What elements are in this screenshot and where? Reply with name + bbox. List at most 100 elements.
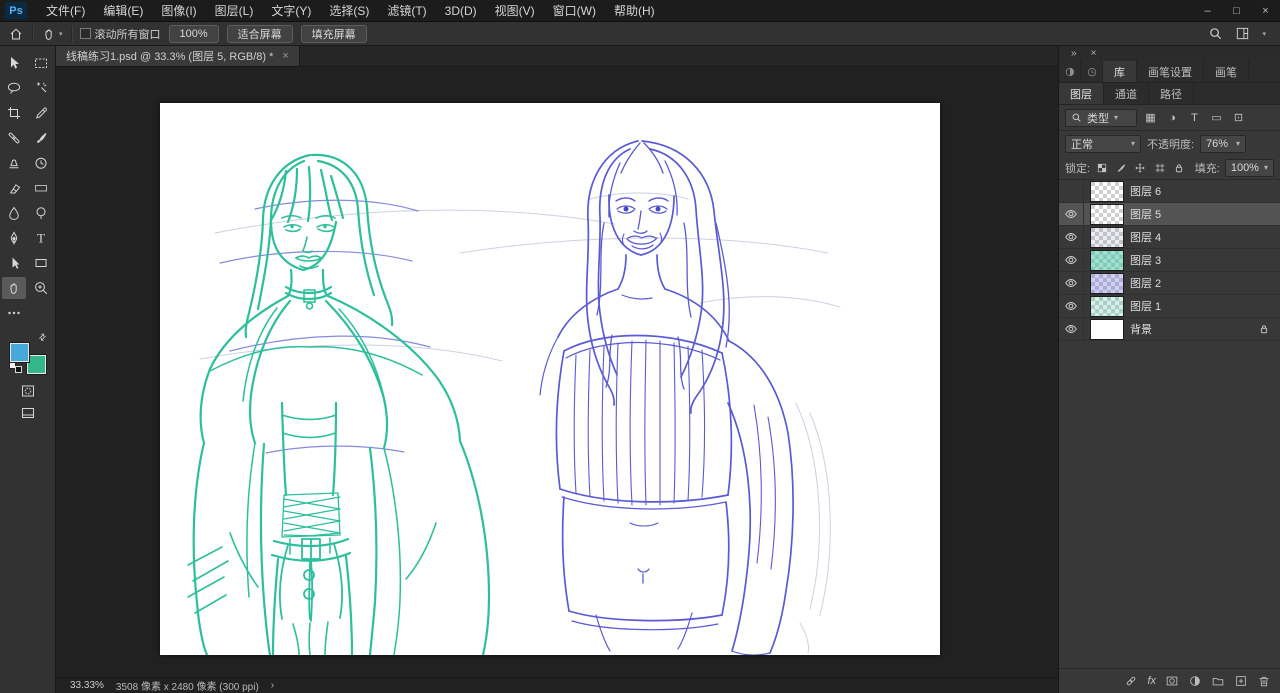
layer-filter-type-dropdown[interactable]: 类型 ▾ (1065, 108, 1137, 127)
move-tool[interactable] (2, 52, 26, 74)
fill-dropdown[interactable]: 100% ▾ (1224, 158, 1274, 177)
visibility-toggle[interactable] (1059, 272, 1084, 294)
menu-filter[interactable]: 滤镜(T) (378, 0, 435, 22)
menu-layer[interactable]: 图层(L) (206, 0, 263, 22)
clone-stamp-tool[interactable] (2, 152, 26, 174)
blur-tool[interactable] (2, 202, 26, 224)
visibility-toggle[interactable] (1059, 180, 1084, 202)
scroll-all-windows-checkbox[interactable]: 滚动所有窗口 (79, 26, 161, 42)
adjustment-layer-icon[interactable] (1188, 674, 1202, 688)
tab-layers[interactable]: 图层 (1059, 83, 1104, 104)
eyedropper-tool[interactable] (29, 102, 53, 124)
lock-pixels-icon[interactable] (1114, 160, 1128, 176)
shape-tool[interactable] (29, 252, 53, 274)
layer-thumbnail[interactable] (1090, 295, 1124, 317)
layer-thumbnail[interactable] (1090, 226, 1124, 248)
new-layer-icon[interactable] (1234, 674, 1248, 688)
tab-paths[interactable]: 路径 (1149, 83, 1194, 104)
canvas-area[interactable] (56, 67, 1058, 677)
foreground-color-swatch[interactable] (9, 343, 29, 362)
crop-tool[interactable] (2, 102, 26, 124)
close-panel-icon[interactable]: × (1091, 48, 1097, 59)
visibility-toggle[interactable] (1059, 226, 1084, 248)
lock-position-icon[interactable] (1133, 160, 1147, 176)
tab-brush-settings[interactable]: 画笔设置 (1137, 61, 1204, 82)
menu-window[interactable]: 窗口(W) (544, 0, 605, 22)
search-icon[interactable] (1208, 26, 1223, 41)
menu-select[interactable]: 选择(S) (320, 0, 378, 22)
collapsed-panel-tab-1[interactable] (1059, 61, 1081, 82)
lock-transparency-icon[interactable] (1095, 160, 1109, 176)
dodge-tool[interactable] (29, 202, 53, 224)
zoom-100-button[interactable]: 100% (168, 24, 219, 43)
collapse-panels-icon[interactable]: » (1071, 48, 1077, 59)
status-chevron-icon[interactable]: › (271, 680, 274, 691)
maximize-button[interactable]: □ (1222, 0, 1251, 22)
layer-row[interactable]: 图层 4 (1059, 226, 1280, 249)
default-colors-icon[interactable] (8, 362, 22, 373)
menu-type[interactable]: 文字(Y) (262, 0, 320, 22)
home-button[interactable] (8, 26, 24, 42)
gradient-tool[interactable] (29, 177, 53, 199)
menu-edit[interactable]: 编辑(E) (94, 0, 152, 22)
filter-smart-object-layers-icon[interactable]: ⊡ (1230, 111, 1247, 124)
add-layer-mask-icon[interactable] (1165, 674, 1179, 688)
filter-adjustment-layers-icon[interactable]: ◑ (1164, 112, 1181, 124)
fill-screen-button[interactable]: 填充屏幕 (300, 24, 367, 43)
healing-brush-tool[interactable] (2, 127, 26, 149)
menu-help[interactable]: 帮助(H) (605, 0, 664, 22)
visibility-toggle[interactable] (1059, 203, 1084, 225)
swap-colors-icon[interactable]: ⇄ (36, 331, 49, 344)
lock-all-icon[interactable] (1172, 160, 1186, 176)
visibility-toggle[interactable] (1059, 318, 1084, 340)
close-button[interactable]: × (1251, 0, 1280, 22)
fit-screen-button[interactable]: 适合屏幕 (226, 24, 293, 43)
new-group-icon[interactable] (1211, 674, 1225, 688)
layer-row[interactable]: 图层 1 (1059, 295, 1280, 318)
document-canvas[interactable] (160, 103, 940, 657)
lasso-tool[interactable] (2, 77, 26, 99)
layer-style-icon[interactable]: fx (1147, 675, 1156, 687)
filter-shape-layers-icon[interactable]: ▭ (1208, 111, 1225, 124)
eraser-tool[interactable] (2, 177, 26, 199)
layer-thumbnail[interactable] (1090, 180, 1124, 202)
background-color-swatch[interactable] (26, 355, 46, 374)
layer-thumbnail[interactable] (1090, 272, 1124, 294)
quick-mask-button[interactable] (16, 380, 40, 402)
menu-3d[interactable]: 3D(D) (436, 0, 486, 22)
path-selection-tool[interactable] (2, 252, 26, 274)
layer-row[interactable]: 图层 3 (1059, 249, 1280, 272)
layer-thumbnail[interactable] (1090, 249, 1124, 271)
layer-thumbnail[interactable] (1090, 318, 1124, 340)
marquee-tool[interactable] (29, 52, 53, 74)
screen-mode-button[interactable] (16, 402, 40, 424)
hand-tool[interactable] (2, 277, 26, 299)
more-tools-icon[interactable] (2, 302, 26, 324)
zoom-tool[interactable] (29, 277, 53, 299)
layer-thumbnail[interactable] (1090, 203, 1124, 225)
blend-mode-dropdown[interactable]: 正常 ▾ (1065, 134, 1141, 153)
opacity-dropdown[interactable]: 76% ▾ (1200, 134, 1247, 153)
link-layers-icon[interactable] (1124, 674, 1138, 688)
magic-wand-tool[interactable] (29, 77, 53, 99)
menu-view[interactable]: 视图(V) (486, 0, 544, 22)
workspace-switcher-icon[interactable] (1235, 26, 1250, 41)
collapsed-panel-tab-2[interactable] (1081, 61, 1103, 82)
menu-file[interactable]: 文件(F) (37, 0, 94, 22)
layer-row[interactable]: 图层 5 (1059, 203, 1280, 226)
status-zoom-field[interactable]: 33.33% (70, 680, 104, 691)
delete-layer-icon[interactable] (1257, 674, 1271, 688)
document-tab[interactable]: 线稿练习1.psd @ 33.3% (图层 5, RGB/8) * × (56, 46, 300, 66)
layer-row[interactable]: 图层 2 (1059, 272, 1280, 295)
checkbox-box[interactable] (79, 28, 91, 39)
layer-row-background[interactable]: 背景 (1059, 318, 1280, 341)
type-tool[interactable] (29, 227, 53, 249)
filter-pixel-layers-icon[interactable]: ▦ (1142, 111, 1159, 124)
tab-brushes[interactable]: 画笔 (1204, 61, 1249, 82)
layer-row[interactable]: 图层 6 (1059, 180, 1280, 203)
visibility-toggle[interactable] (1059, 249, 1084, 271)
minimize-button[interactable]: – (1193, 0, 1222, 22)
pen-tool[interactable] (2, 227, 26, 249)
visibility-toggle[interactable] (1059, 295, 1084, 317)
tab-libraries[interactable]: 库 (1103, 61, 1137, 82)
